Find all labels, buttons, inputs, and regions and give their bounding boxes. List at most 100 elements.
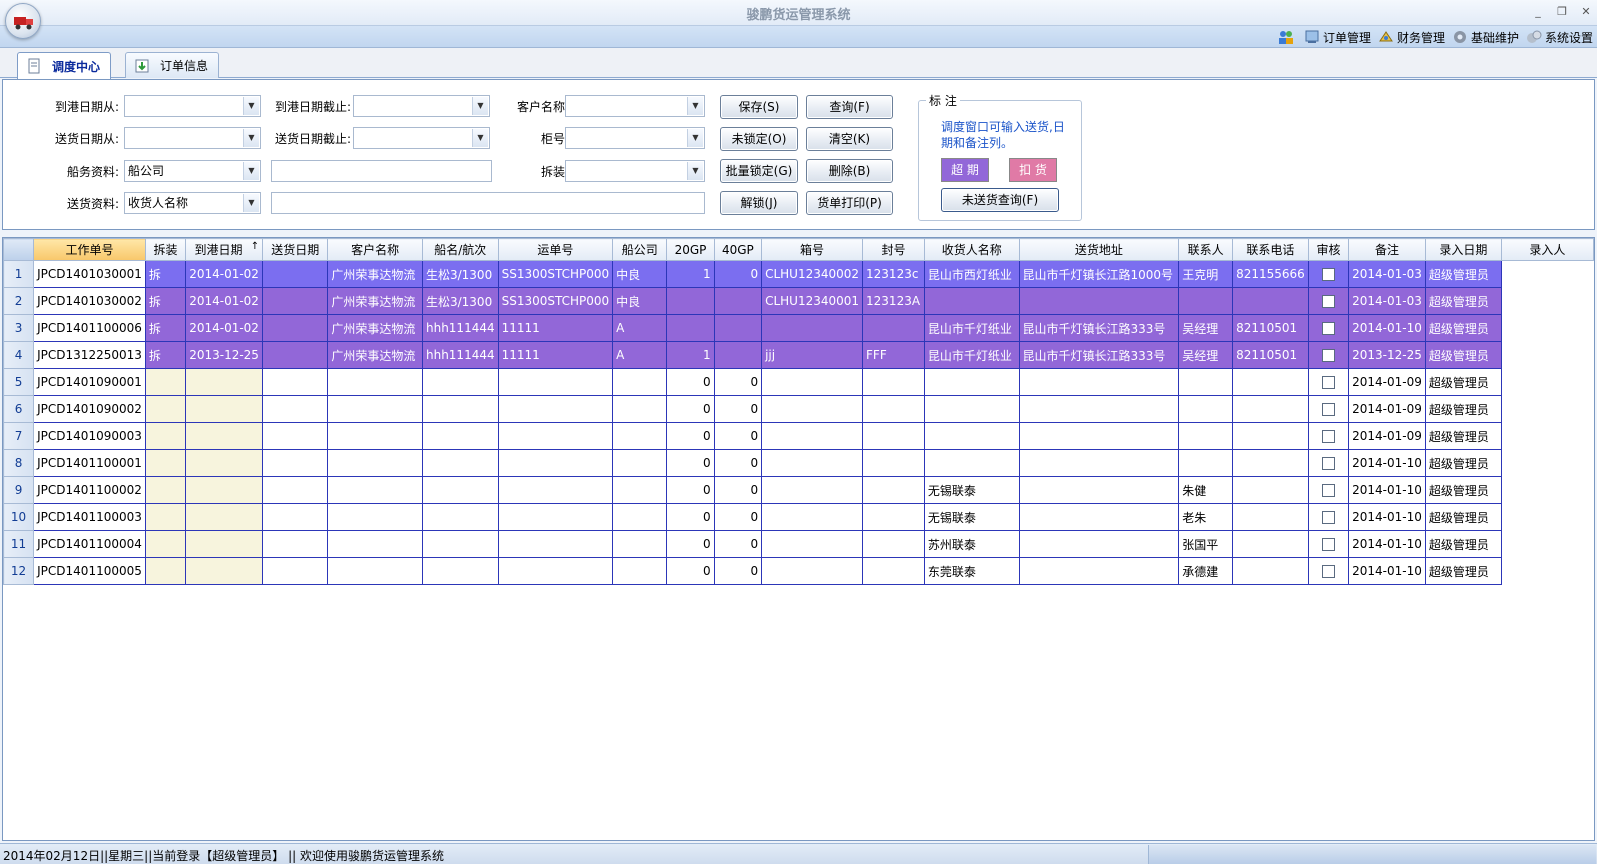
grid-cell[interactable] bbox=[862, 530, 925, 558]
print-button[interactable]: 货单打印(P) bbox=[806, 191, 893, 215]
grid-cell[interactable]: 2013-12-25 bbox=[1348, 341, 1426, 369]
grid-cell[interactable] bbox=[862, 557, 925, 585]
grid-cell[interactable] bbox=[497, 422, 614, 450]
grid-cell[interactable]: 2014-01-10 bbox=[1348, 476, 1426, 504]
table-row[interactable]: 7 JPCD1401090003 0 0 2014-01-09 超级管理员 bbox=[3, 422, 1594, 450]
grid-cell[interactable]: A bbox=[612, 314, 668, 342]
grid-cell[interactable]: 无锡联泰 bbox=[923, 476, 1020, 504]
grid-cell[interactable]: 2014-01-02 bbox=[185, 287, 264, 315]
grid-cell[interactable] bbox=[262, 422, 329, 450]
grid-cell[interactable] bbox=[666, 287, 715, 315]
grid-cell[interactable]: 广州荣事达物流 bbox=[327, 314, 423, 342]
grid-cell[interactable] bbox=[761, 503, 864, 531]
grid-cell[interactable]: CLHU12340001 bbox=[761, 287, 864, 315]
row-number[interactable]: 3 bbox=[3, 314, 35, 342]
column-header[interactable]: 到港日期 ↑ bbox=[185, 238, 264, 261]
grid-cell[interactable]: JPCD1401090003 bbox=[33, 422, 146, 450]
grid-cell[interactable]: 2014-01-09 bbox=[1348, 395, 1426, 423]
grid-cell[interactable] bbox=[923, 368, 1020, 396]
grid-cell[interactable]: 超级管理员 bbox=[1424, 314, 1502, 342]
menu-system-settings[interactable]: 系统设置 bbox=[1526, 29, 1593, 46]
grid-cell[interactable]: 拆 bbox=[144, 314, 187, 342]
grid-cell[interactable] bbox=[1307, 368, 1350, 396]
unlock-button[interactable]: 解锁(J) bbox=[720, 191, 798, 215]
grid-cell[interactable]: SS1300STCHP000 bbox=[497, 287, 614, 315]
grid-cell[interactable] bbox=[262, 503, 329, 531]
grid-cell[interactable] bbox=[185, 503, 264, 531]
grid-cell[interactable] bbox=[1018, 287, 1180, 315]
table-row[interactable]: 5 JPCD1401090001 0 0 2014-01-09 超级管理员 bbox=[3, 368, 1594, 396]
grid-cell[interactable] bbox=[327, 557, 423, 585]
chevron-down-icon[interactable]: ▼ bbox=[687, 162, 703, 180]
grid-cell[interactable] bbox=[1178, 287, 1234, 315]
column-header[interactable]: 20GP bbox=[666, 238, 715, 261]
grid-cell[interactable]: 0 bbox=[713, 503, 763, 531]
chevron-down-icon[interactable]: ▼ bbox=[243, 129, 259, 147]
grid-cell[interactable] bbox=[1018, 530, 1180, 558]
row-number[interactable]: 5 bbox=[3, 368, 35, 396]
grid-cell[interactable]: 拆 bbox=[144, 260, 187, 288]
grid-cell[interactable]: 11111 bbox=[497, 314, 614, 342]
grid-cell[interactable]: 超级管理员 bbox=[1424, 260, 1502, 288]
grid-cell[interactable]: 朱健 bbox=[1178, 476, 1234, 504]
grid-cell[interactable] bbox=[421, 503, 499, 531]
tab-dispatch-center[interactable]: 调度中心 bbox=[17, 52, 112, 79]
grid-cell[interactable] bbox=[497, 368, 614, 396]
grid-cell[interactable] bbox=[612, 530, 668, 558]
grid-cell[interactable] bbox=[327, 449, 423, 477]
grid-cell[interactable] bbox=[761, 368, 864, 396]
grid-cell[interactable]: 82110501 bbox=[1232, 341, 1309, 369]
grid-cell[interactable]: A bbox=[612, 341, 668, 369]
grid-cell[interactable] bbox=[862, 395, 925, 423]
row-number[interactable]: 12 bbox=[3, 557, 35, 585]
audit-checkbox[interactable] bbox=[1321, 322, 1335, 335]
delivery-combo[interactable]: 收货人名称 ▼ bbox=[124, 192, 261, 214]
grid-cell[interactable]: JPCD1401030002 bbox=[33, 287, 146, 315]
grid-cell[interactable] bbox=[761, 422, 864, 450]
grid-cell[interactable] bbox=[185, 422, 264, 450]
grid-cell[interactable] bbox=[923, 449, 1020, 477]
grid-cell[interactable] bbox=[497, 476, 614, 504]
table-row[interactable]: 6 JPCD1401090002 0 0 2014-01-09 超级管理员 bbox=[3, 395, 1594, 423]
grid-cell[interactable] bbox=[327, 476, 423, 504]
grid-cell[interactable] bbox=[262, 341, 329, 369]
column-header[interactable]: 客户名称 bbox=[327, 238, 423, 261]
grid-cell[interactable] bbox=[1307, 557, 1350, 585]
grid-cell[interactable] bbox=[262, 476, 329, 504]
audit-checkbox[interactable] bbox=[1321, 349, 1335, 362]
grid-cell[interactable] bbox=[761, 530, 864, 558]
grid-cell[interactable] bbox=[1018, 422, 1180, 450]
grid-cell[interactable] bbox=[713, 287, 763, 315]
audit-checkbox[interactable] bbox=[1321, 538, 1335, 551]
grid-cell[interactable] bbox=[761, 557, 864, 585]
grid-cell[interactable] bbox=[761, 449, 864, 477]
delete-button[interactable]: 删除(B) bbox=[806, 159, 893, 183]
column-header[interactable]: 联系人 bbox=[1178, 238, 1234, 261]
grid-cell[interactable]: 2014-01-02 bbox=[185, 260, 264, 288]
grid-cell[interactable]: 无锡联泰 bbox=[923, 503, 1020, 531]
grid-cell[interactable]: 2014-01-09 bbox=[1348, 422, 1426, 450]
grid-cell[interactable]: 吴经理 bbox=[1178, 314, 1234, 342]
grid-cell[interactable]: 拆 bbox=[144, 341, 187, 369]
column-header[interactable]: 收货人名称 bbox=[923, 238, 1020, 261]
grid-cell[interactable] bbox=[185, 449, 264, 477]
grid-cell[interactable] bbox=[612, 395, 668, 423]
grid-cell[interactable] bbox=[1178, 422, 1234, 450]
row-number[interactable]: 4 bbox=[3, 341, 35, 369]
grid-cell[interactable] bbox=[1232, 395, 1309, 423]
grid-cell[interactable]: 0 bbox=[666, 557, 715, 585]
grid-cell[interactable] bbox=[1232, 476, 1309, 504]
grid-cell[interactable] bbox=[862, 476, 925, 504]
minimize-button[interactable]: _ bbox=[1529, 4, 1547, 20]
grid-cell[interactable]: 超级管理员 bbox=[1424, 530, 1502, 558]
grid-cell[interactable]: JPCD1401090002 bbox=[33, 395, 146, 423]
grid-cell[interactable]: 0 bbox=[666, 530, 715, 558]
grid-cell[interactable]: 生松3/1300 bbox=[421, 287, 499, 315]
audit-checkbox[interactable] bbox=[1321, 403, 1335, 416]
grid-cell[interactable]: 超级管理员 bbox=[1424, 422, 1502, 450]
grid-cell[interactable]: 0 bbox=[666, 395, 715, 423]
grid-cell[interactable] bbox=[1307, 341, 1350, 369]
grid-cell[interactable] bbox=[1018, 368, 1180, 396]
grid-cell[interactable]: 0 bbox=[713, 557, 763, 585]
grid-cell[interactable] bbox=[1307, 314, 1350, 342]
